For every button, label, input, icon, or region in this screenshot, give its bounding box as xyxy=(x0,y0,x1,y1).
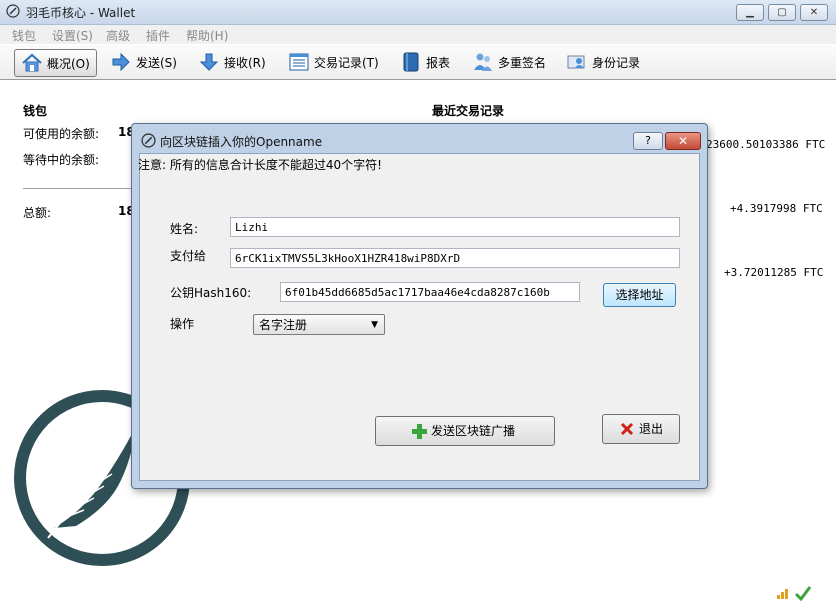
menu-help[interactable]: 帮助(H) xyxy=(186,27,228,44)
menu-settings[interactable]: 设置(S) xyxy=(52,27,93,44)
tab-overview-label: 概况(O) xyxy=(47,56,90,71)
pay-to-field[interactable]: 6rCK1ixTMVS5L3kHooX1HZR418wiP8DXrD xyxy=(230,248,680,268)
identity-icon xyxy=(567,55,585,69)
exit-button-label: 退出 xyxy=(639,422,664,436)
report-book-icon xyxy=(403,52,419,72)
send-arrow-icon xyxy=(112,52,130,72)
receive-arrow-icon xyxy=(199,53,219,71)
pubkey-label: 公钥Hash160: xyxy=(170,286,252,300)
status-bar xyxy=(0,578,836,613)
close-x-icon xyxy=(620,422,634,436)
total-balance-label: 总额: xyxy=(23,206,52,220)
home-icon xyxy=(22,53,42,72)
operation-select[interactable]: 名字注册 ▼ xyxy=(253,314,385,335)
menu-bar: 钱包 设置(S) 高级 插件 帮助(H) xyxy=(0,25,836,44)
available-balance-label: 可使用的余额: xyxy=(23,127,100,141)
broadcast-button[interactable]: 发送区块链广播 xyxy=(375,416,555,446)
tab-transactions-label: 交易记录(T) xyxy=(314,55,379,70)
tab-multisig-label: 多重签名 xyxy=(498,55,547,70)
tab-identity-label: 身份记录 xyxy=(592,55,641,70)
menu-plugins[interactable]: 插件 xyxy=(146,27,170,44)
tab-transactions[interactable]: 交易记录(T) xyxy=(288,49,379,75)
main-toolbar: 概况(O) 发送(S) 接收(R) 交易记录(T) 报表 多重签名 身份记录 xyxy=(0,45,836,80)
window-close-button[interactable]: ✕ xyxy=(800,4,828,21)
openname-dialog: 向区块链插入你的Openname ? ✕ 注意: 所有的信息合计长度不能超过40… xyxy=(131,123,708,489)
tab-report-label: 报表 xyxy=(426,55,451,70)
dialog-body: 注意: 所有的信息合计长度不能超过40个字符! 姓名: Lizhi 支付给 6r… xyxy=(138,153,700,481)
tab-send[interactable]: 发送(S) xyxy=(110,49,177,75)
chevron-down-icon: ▼ xyxy=(371,320,378,330)
multisig-users-icon xyxy=(474,53,492,71)
tab-report[interactable]: 报表 xyxy=(400,49,450,75)
exit-button[interactable]: 退出 xyxy=(602,414,680,444)
dialog-close-button[interactable]: ✕ xyxy=(665,132,701,150)
name-field[interactable]: Lizhi xyxy=(230,217,680,237)
operation-label: 操作 xyxy=(170,317,195,331)
pubkey-field[interactable]: 6f01b45dd6685d5ac1717baa46e4cda8287c160b xyxy=(280,282,580,302)
feather-app-icon xyxy=(141,133,156,148)
broadcast-button-label: 发送区块链广播 xyxy=(431,424,516,438)
recent-tx-amount: 23600.50103386 FTC xyxy=(706,138,826,151)
dialog-title: 向区块链插入你的Openname xyxy=(160,135,323,149)
recent-tx-amount: +3.72011285 FTC xyxy=(724,266,824,279)
pay-to-label: 支付给 xyxy=(170,249,207,263)
tab-overview[interactable]: 概况(O) xyxy=(14,49,97,77)
network-signal-icon xyxy=(777,589,788,599)
tab-send-label: 发送(S) xyxy=(136,55,177,70)
feather-app-icon xyxy=(6,4,20,18)
length-notice: 注意: 所有的信息合计长度不能超过40个字符! xyxy=(138,158,382,172)
menu-advanced[interactable]: 高级 xyxy=(106,27,130,44)
recent-tx-amount: +4.3917998 FTC xyxy=(730,202,823,215)
transactions-list-icon xyxy=(289,53,309,71)
window-titlebar: 羽毛币核心 - Wallet ▁ ▢ ✕ xyxy=(0,0,836,25)
recent-transactions-heading: 最近交易记录 xyxy=(432,104,505,118)
menu-wallet[interactable]: 钱包 xyxy=(12,27,36,44)
maximize-button[interactable]: ▢ xyxy=(768,4,796,21)
minimize-button[interactable]: ▁ xyxy=(736,4,764,21)
tab-identity[interactable]: 身份记录 xyxy=(566,49,640,75)
wallet-heading: 钱包 xyxy=(23,104,48,118)
operation-selected-value: 名字注册 xyxy=(259,318,308,332)
pending-balance-label: 等待中的余额: xyxy=(23,153,100,167)
tab-receive-label: 接收(R) xyxy=(224,55,266,70)
name-label: 姓名: xyxy=(170,222,199,236)
plus-icon xyxy=(412,424,427,439)
balance-divider xyxy=(23,188,133,189)
tab-receive[interactable]: 接收(R) xyxy=(198,49,266,75)
choose-address-button[interactable]: 选择地址 xyxy=(603,283,676,307)
synced-check-icon xyxy=(794,586,812,602)
tab-multisig[interactable]: 多重签名 xyxy=(472,49,546,75)
help-button[interactable]: ? xyxy=(633,132,663,150)
window-title: 羽毛币核心 - Wallet xyxy=(26,6,136,20)
